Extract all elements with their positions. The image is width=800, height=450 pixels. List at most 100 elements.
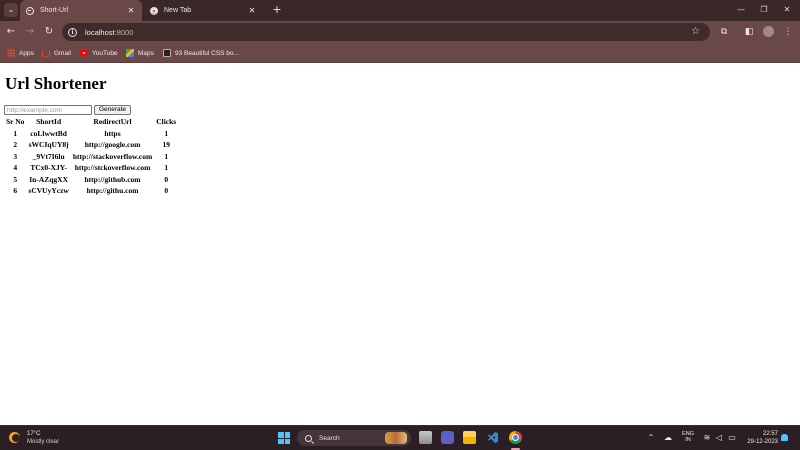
cell-redirect-url: http://githu.com (86, 186, 139, 196)
cell-sr-no: 3 (13, 151, 18, 161)
table-row: 3 _9Vt7I6lu http://stackoverflow.com 1 (5, 151, 177, 163)
weather-temperature[interactable]: 17°C (27, 431, 40, 437)
onedrive-icon[interactable]: ☁ (663, 433, 673, 443)
notification-bell-icon[interactable] (781, 434, 788, 441)
cell-clicks: 0 (164, 174, 169, 184)
reload-icon[interactable]: ↻ (42, 25, 56, 39)
generate-button[interactable]: Generate (94, 105, 131, 115)
cell-clicks: 1 (164, 163, 169, 173)
new-tab-button[interactable]: + (270, 3, 284, 17)
volume-icon[interactable]: ◁ (714, 433, 724, 443)
cell-short-id: TCx0-XJY- (30, 163, 68, 173)
bookmark-label: Gmail (54, 49, 71, 57)
css-site-icon (163, 49, 171, 57)
taskbar-search[interactable]: Search (297, 430, 411, 446)
apps-grid-icon (7, 49, 15, 57)
search-label: Search (319, 434, 340, 442)
restore-icon[interactable]: ❐ (755, 3, 773, 17)
header-sr-no: Sr No (6, 117, 25, 127)
cell-clicks: 1 (164, 151, 169, 161)
close-icon[interactable]: ✕ (126, 6, 136, 15)
table-row: 5 In-AZqgXX http://github.com 0 (5, 174, 177, 186)
tab-new-tab[interactable]: New Tab ✕ (145, 0, 263, 21)
url-input[interactable] (4, 105, 92, 115)
search-highlight-icon (385, 432, 407, 444)
tab-short-url[interactable]: Short-Url ✕ (20, 0, 142, 21)
bookmark-maps[interactable]: Maps (126, 47, 154, 59)
cell-redirect-url: http://stackoverflow.com (72, 151, 153, 161)
maps-icon (126, 49, 134, 57)
address-url: localhost:8000 (85, 28, 133, 37)
tab-title: New Tab (164, 7, 192, 14)
cell-short-id: _9Vt7I6lu (32, 151, 65, 161)
clock-time[interactable]: 22:57 (763, 431, 778, 437)
side-panel-icon[interactable]: ◧ (742, 25, 756, 39)
bookmark-star-icon[interactable]: ☆ (691, 25, 700, 39)
table-row: 2 sWCIqUY8j http://google.com 19 (5, 139, 177, 151)
header-short-id: ShortId (36, 117, 62, 127)
chevron-up-icon[interactable]: ⌃ (646, 433, 656, 443)
page-title: Url Shortener (5, 74, 107, 93)
vscode-icon[interactable] (486, 431, 499, 444)
minimize-icon[interactable]: — (732, 3, 750, 17)
cell-redirect-url: https (104, 128, 121, 138)
back-arrow-icon[interactable]: ← (4, 25, 18, 39)
bookmark-label: 93 Beautiful CSS bo... (175, 49, 239, 57)
chrome-icon[interactable] (509, 431, 522, 444)
bookmark-gmail[interactable]: Gmail (42, 47, 71, 59)
address-bar[interactable]: i localhost:8000 ☆ (62, 23, 710, 41)
wifi-icon[interactable]: ≋ (702, 433, 712, 443)
url-port: :8000 (114, 27, 134, 37)
tab-title: Short-Url (40, 7, 69, 14)
bookmark-label: Apps (19, 49, 34, 57)
cell-sr-no: 2 (13, 140, 18, 150)
cell-clicks: 1 (164, 128, 169, 138)
bookmark-apps[interactable]: Apps (7, 47, 34, 59)
file-manager-icon[interactable] (419, 431, 432, 444)
clock-date[interactable]: 29-12-2023 (747, 439, 778, 445)
teams-icon[interactable] (441, 431, 454, 444)
youtube-icon (80, 50, 88, 56)
cell-sr-no: 1 (13, 128, 18, 138)
more-menu-icon[interactable]: ⋮ (781, 25, 795, 39)
cell-sr-no: 6 (13, 186, 18, 196)
cell-redirect-url: http://google.com (84, 140, 141, 150)
language-region: IN (685, 437, 691, 443)
bookmark-label: Maps (138, 49, 154, 57)
cell-short-id: coLlwwtBd (30, 128, 67, 138)
bookmark-css-site[interactable]: 93 Beautiful CSS bo... (163, 47, 239, 59)
language-indicator[interactable]: ENG IN (680, 431, 696, 443)
header-redirect-url: RedirectUrl (93, 117, 132, 127)
chrome-icon (150, 6, 158, 15)
bookmark-label: YouTube (92, 49, 118, 57)
globe-icon (26, 6, 34, 15)
weather-moon-icon[interactable] (9, 432, 20, 443)
table-header-row: Sr No ShortId RedirectUrl Clicks (5, 116, 177, 128)
weather-description[interactable]: Mostly clear (27, 439, 59, 445)
site-info-icon[interactable]: i (68, 27, 77, 37)
search-icon (305, 434, 312, 442)
cell-sr-no: 4 (13, 163, 18, 173)
gmail-icon (42, 49, 50, 57)
window-close-icon[interactable]: ✕ (778, 3, 796, 17)
cell-clicks: 0 (164, 186, 169, 196)
cell-short-id: In-AZqgXX (29, 174, 68, 184)
extensions-icon[interactable]: ⧉ (717, 25, 731, 39)
forward-arrow-icon[interactable]: → (23, 25, 37, 39)
cell-short-id: sWCIqUY8j (28, 140, 69, 150)
table-row: 4 TCx0-XJY- http://stckoverflow.com 1 (5, 162, 177, 174)
battery-icon[interactable]: ▭ (727, 433, 737, 443)
tab-strip: ⌄ Short-Url ✕ New Tab ✕ + — ❐ ✕ (0, 0, 800, 21)
profile-avatar[interactable] (762, 25, 776, 39)
windows-start-icon[interactable] (278, 432, 290, 444)
bookmarks-bar: Apps Gmail YouTube Maps 93 Beautiful CSS… (0, 43, 800, 63)
table-row: 1 coLlwwtBd https 1 (5, 128, 177, 140)
bookmark-youtube[interactable]: YouTube (80, 47, 118, 59)
browser-toolbar: ← → ↻ i localhost:8000 ☆ ⧉ ◧ ⋮ (0, 21, 800, 43)
close-icon[interactable]: ✕ (247, 6, 257, 15)
page-content: Url Shortener Generate Sr No ShortId Red… (0, 64, 800, 425)
cell-sr-no: 5 (13, 174, 18, 184)
cell-clicks: 19 (162, 140, 170, 150)
file-explorer-icon[interactable] (463, 431, 476, 444)
tab-search-icon[interactable]: ⌄ (4, 3, 18, 17)
